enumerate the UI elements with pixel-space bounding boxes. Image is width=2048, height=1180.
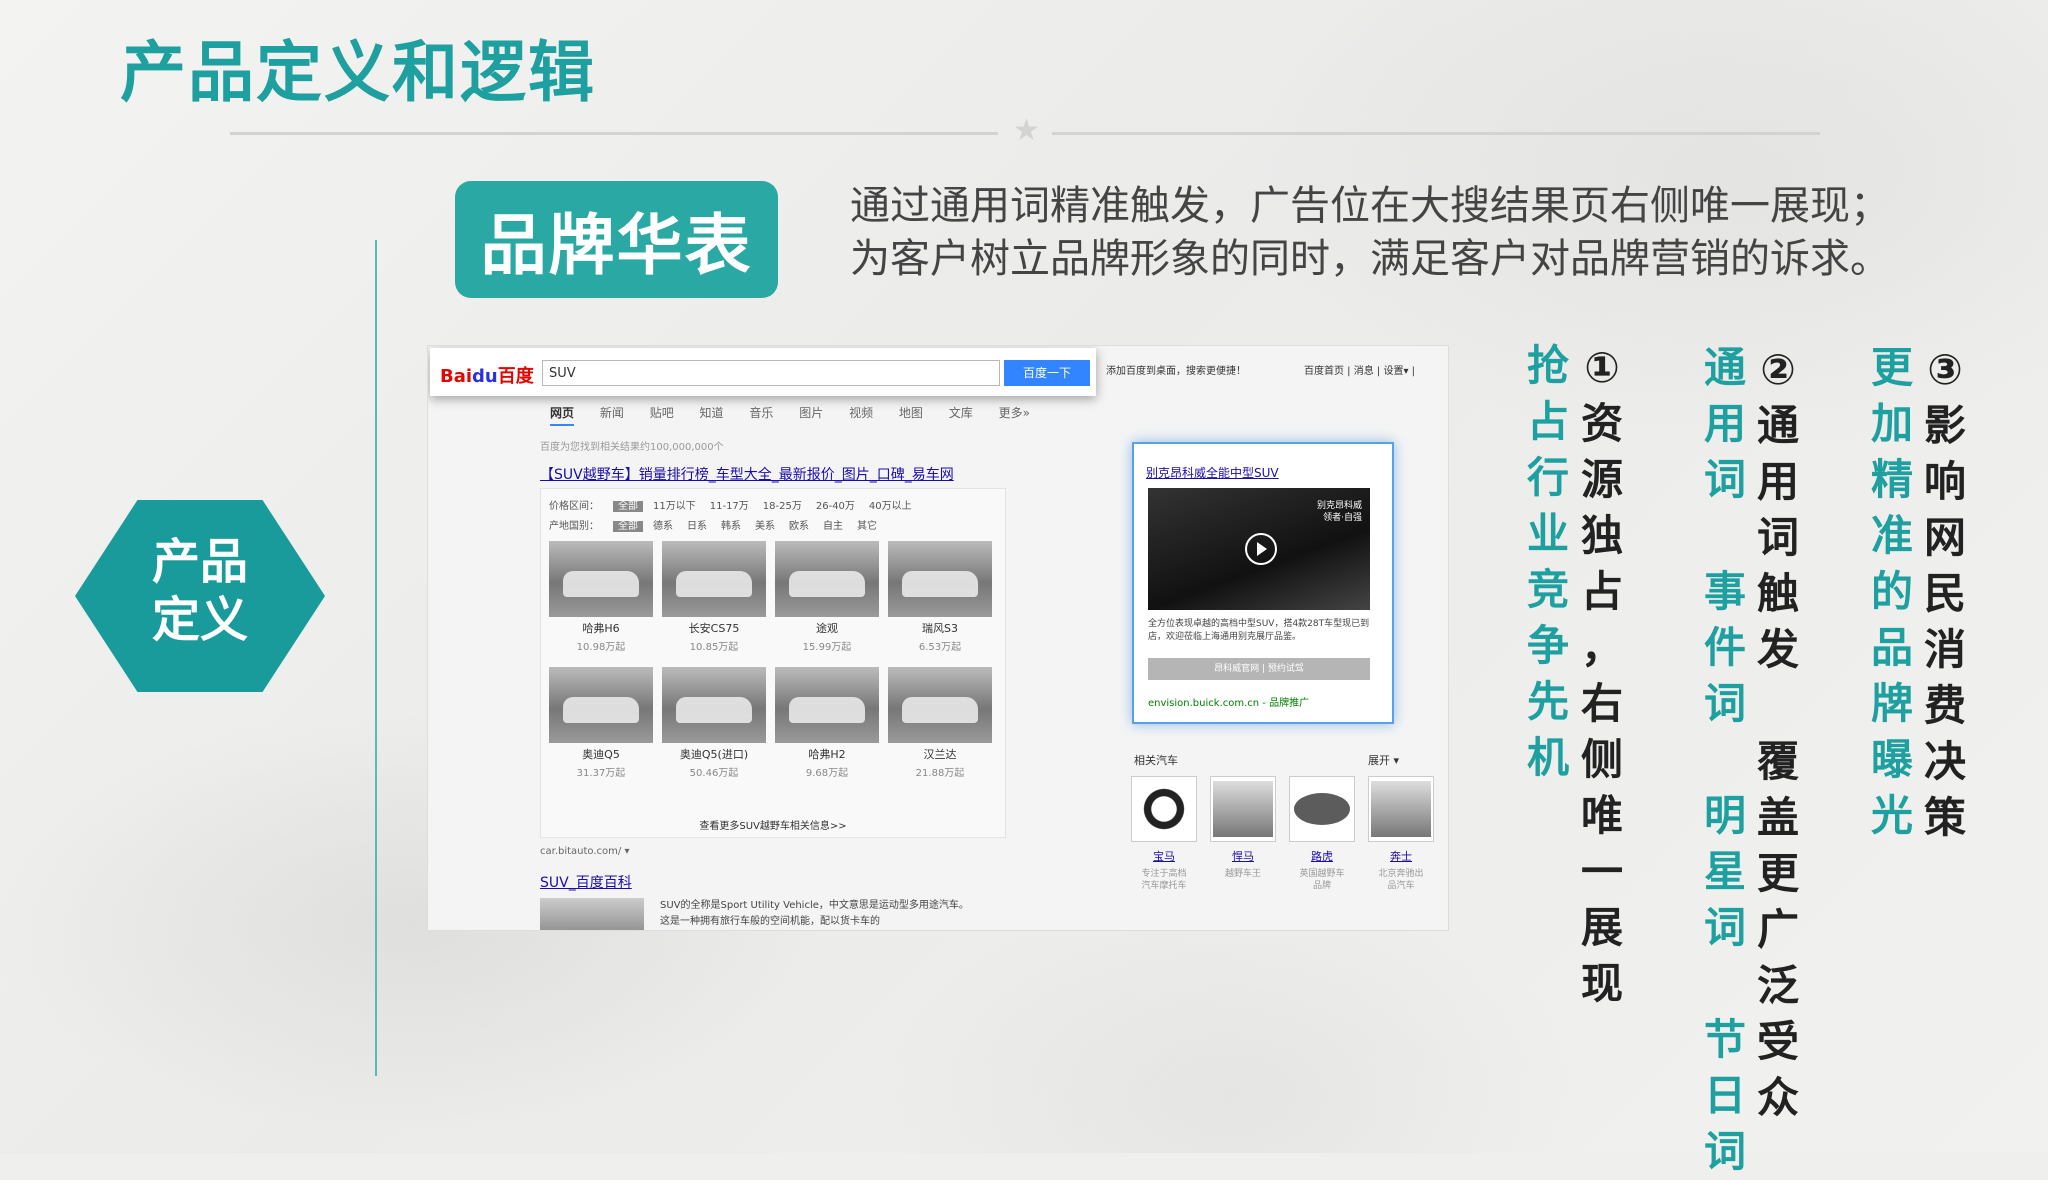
- description-line2: 为客户树立品牌形象的同时，满足客户对品牌营销的诉求。: [850, 236, 1890, 282]
- brand-ad-card[interactable]: 别克昂科威全能中型SUV 别克昂科威 领者·自强 全方位表现卓越的高档中型SUV，…: [1132, 442, 1394, 724]
- car-image: [888, 541, 992, 617]
- point2-number: ②: [1760, 345, 1796, 394]
- car-image: [662, 667, 766, 743]
- title-divider-left: [230, 132, 998, 135]
- nav-zhidao[interactable]: 知道: [700, 406, 724, 420]
- ad-title[interactable]: 别克昂科威全能中型SUV: [1146, 464, 1279, 481]
- nav-news[interactable]: 新闻: [600, 406, 624, 420]
- car-item[interactable]: 瑞风S3 6.53万起: [888, 541, 992, 653]
- nav-more[interactable]: 更多»: [999, 406, 1030, 420]
- point2-highlight: 通用词 事件词 明星词 节日词: [1703, 343, 1746, 1176]
- car-image: [549, 667, 653, 743]
- price-filter: 价格区间： 全部 11万以下 11-17万 18-25万 26-40万 40万以上: [549, 501, 912, 512]
- car-item[interactable]: 长安CS75 10.85万起: [662, 541, 766, 653]
- related-item[interactable]: 路虎 英国越野车 品牌: [1286, 776, 1358, 892]
- related-item[interactable]: 宝马 专注于高档 汽车摩托车: [1128, 776, 1200, 892]
- side-label-line1: 产品: [151, 534, 248, 590]
- car-item[interactable]: 途观 15.99万起: [775, 541, 879, 653]
- point1-number: ①: [1584, 343, 1620, 392]
- page-title: 产品定义和逻辑: [120, 34, 596, 111]
- baike-title[interactable]: SUV_百度百科: [540, 872, 632, 892]
- ad-video[interactable]: 别克昂科威 领者·自强: [1148, 488, 1370, 610]
- related-expand[interactable]: 展开 ▾: [1368, 752, 1399, 768]
- result-count: 百度为您找到相关结果约100,000,000个: [540, 442, 724, 453]
- search-input[interactable]: SUV: [542, 360, 1000, 386]
- point1-text: ① 资源独占，右侧唯一展现: [1572, 340, 1632, 1012]
- result-title[interactable]: 【SUV越野车】销量排行榜_车型大全_最新报价_图片_口碑_易车网: [540, 464, 954, 484]
- point3-highlight: 更加精准的品牌曝光: [1870, 343, 1913, 840]
- ad-description: 全方位表现卓越的高档中型SUV，搭4款28T车型现已到店，欢迎莅临上海通用别克展…: [1148, 619, 1370, 642]
- search-result-screenshot: Baidu百度 SUV 百度一下 添加百度到桌面，搜索更便捷！ 百度首页 | 消…: [428, 346, 1448, 930]
- search-button[interactable]: 百度一下: [1004, 360, 1090, 386]
- bmw-logo-icon: [1131, 776, 1197, 842]
- nav-tieba[interactable]: 贴吧: [650, 406, 674, 420]
- point2-text: ②通用词触发 覆盖更广泛受众: [1748, 342, 1808, 1126]
- description: 通过通用词精准触发，广告位在大搜结果页右侧唯一展现； 为客户树立品牌形象的同时，…: [850, 180, 1890, 286]
- baike-image: [540, 898, 644, 930]
- ad-video-text: 别克昂科威 领者·自强: [1316, 501, 1362, 523]
- nav-map[interactable]: 地图: [899, 406, 923, 420]
- top-right-links[interactable]: 百度首页 | 消息 | 设置▾ |: [1304, 362, 1415, 377]
- related-item[interactable]: 悍马 越野车王: [1207, 776, 1279, 880]
- car-image: [549, 541, 653, 617]
- point3-number: ③: [1927, 345, 1963, 394]
- related-cars-heading: 相关汽车: [1134, 754, 1178, 767]
- side-label: 产品 定义: [75, 533, 325, 649]
- vertical-divider: [375, 240, 377, 1076]
- search-nav: 网页 新闻 贴吧 知道 音乐 图片 视频 地图 文库 更多»: [550, 404, 1052, 426]
- nav-web[interactable]: 网页: [550, 406, 575, 426]
- car-image: [775, 667, 879, 743]
- result-card: 价格区间： 全部 11万以下 11-17万 18-25万 26-40万 40万以上 产地国别…: [540, 488, 1006, 838]
- nav-images[interactable]: 图片: [799, 406, 823, 420]
- nav-music[interactable]: 音乐: [749, 406, 773, 420]
- point1-highlight: 抢占行业竞争先机: [1526, 341, 1569, 782]
- title-divider-right: [1052, 132, 1820, 135]
- result-url[interactable]: car.bitauto.com/ ▾: [540, 846, 629, 857]
- search-bar: Baidu百度 SUV 百度一下: [430, 348, 1096, 396]
- badge-brand-watch: 品牌华表: [455, 181, 778, 298]
- car-item[interactable]: 奥迪Q5 31.37万起: [549, 667, 653, 779]
- point3-text: ③影响网民消费决策: [1915, 342, 1975, 846]
- car-item[interactable]: 哈弗H2 9.68万起: [775, 667, 879, 779]
- description-line1: 通过通用词精准触发，广告位在大搜结果页右侧唯一展现；: [850, 183, 1890, 229]
- related-item[interactable]: 奔士 北京奔驰出 品汽车: [1365, 776, 1437, 892]
- nav-wenku[interactable]: 文库: [949, 406, 973, 420]
- car-item[interactable]: 汉兰达 21.88万起: [888, 667, 992, 779]
- car-item[interactable]: 奥迪Q5(进口) 50.46万起: [662, 667, 766, 779]
- hummer-image: [1210, 776, 1276, 842]
- star-icon: ★: [1013, 113, 1040, 148]
- landrover-logo-icon: [1289, 776, 1355, 842]
- side-label-line2: 定义: [151, 592, 248, 648]
- baidu-logo: Baidu百度: [440, 366, 534, 387]
- baike-snippet: SUV的全称是Sport Utility Vehicle，中文意思是运动型多用途…: [660, 900, 969, 927]
- origin-filter: 产地国别： 全部 德系 日系 韩系 美系 欧系 自主 其它: [549, 521, 877, 532]
- top-links[interactable]: 添加百度到桌面，搜索更便捷！: [1106, 362, 1246, 377]
- car-image: [662, 541, 766, 617]
- more-cars-link[interactable]: 查看更多SUV越野车相关信息>>: [541, 817, 1005, 832]
- ad-url[interactable]: envision.buick.com.cn - 品牌推广: [1148, 694, 1309, 709]
- ad-buttons[interactable]: 昂科威官网 | 预约试驾: [1148, 658, 1370, 680]
- car-image: [775, 541, 879, 617]
- nav-video[interactable]: 视频: [849, 406, 873, 420]
- play-icon[interactable]: [1245, 533, 1277, 565]
- car-image: [1368, 776, 1434, 842]
- car-item[interactable]: 哈弗H6 10.98万起: [549, 541, 653, 653]
- car-image: [888, 667, 992, 743]
